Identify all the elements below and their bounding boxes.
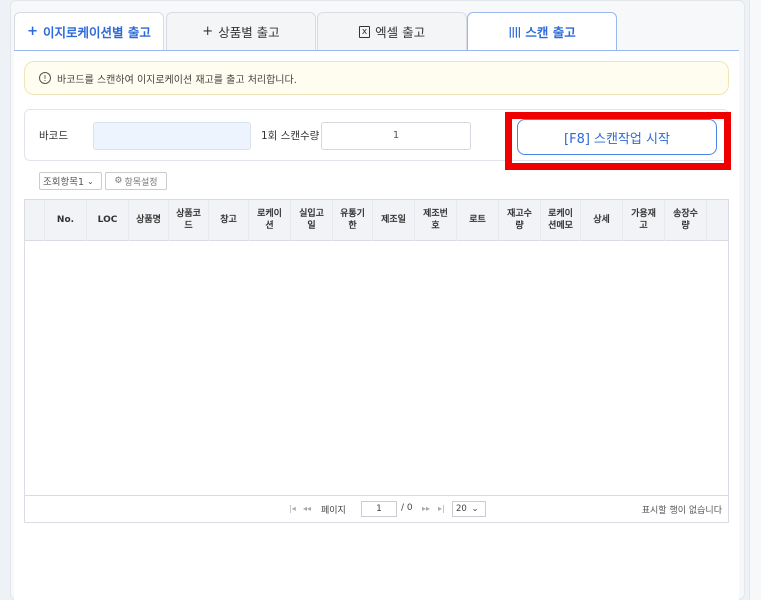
pager: |◂ ◂◂ 페이지 1 / 0 ▸▸ ▸| 20 ⌄ 표시할 행이 없습니다 — [24, 495, 729, 523]
notice-text: 바코드를 스캔하여 이지로케이션 재고를 출고 처리합니다. — [57, 74, 297, 86]
grid-header: No. LOC 상품명 상품코 드 창고 로케이 션 실입고 일 유통기 한 제조일 제조번 호로… — [25, 200, 728, 241]
grid-col-select — [25, 200, 45, 241]
empty-message: 표시할 행이 없습니다 — [641, 506, 722, 516]
grid-col-header[interactable]: 유통기 한 — [333, 200, 373, 241]
tab-excel-shipping[interactable]: x 엑셀 출고 — [317, 12, 467, 50]
tab-product-shipping[interactable]: + 상품별 출고 — [166, 12, 316, 50]
field-setting-label: 항목설정 — [124, 177, 158, 188]
page-size-select[interactable]: 20 ⌄ — [452, 501, 486, 517]
first-page-icon[interactable]: |◂ — [289, 504, 296, 513]
grid-col-header[interactable]: 제조일 — [373, 200, 415, 241]
grid-col-header[interactable]: 로케이 션 — [249, 200, 291, 241]
grid-col-header[interactable]: No. — [45, 200, 87, 241]
tab-label: 상품별 출고 — [218, 25, 280, 40]
start-scan-button[interactable]: [F8] 스캔작업 시작 — [517, 119, 717, 155]
grid-col-header[interactable]: 창고 — [209, 200, 249, 241]
page-size-value: 20 — [456, 504, 467, 514]
gear-icon: ⚙ — [114, 176, 123, 186]
barcode-icon: |||| — [508, 25, 521, 38]
page-label: 페이지 — [321, 506, 346, 516]
grid-col-header[interactable]: 로케이 션메모 — [541, 200, 581, 241]
info-notice: ! 바코드를 스캔하여 이지로케이션 재고를 출고 처리합니다. — [24, 61, 729, 95]
grid-col-header[interactable]: 가용재 고 — [623, 200, 665, 241]
grid-col-header[interactable]: 재고수 량 — [499, 200, 541, 241]
scan-qty-input[interactable]: 1 — [321, 122, 471, 150]
field-select[interactable]: 조회항목1 ⌄ — [39, 172, 102, 190]
grid-col-header[interactable]: 제조번 호 — [415, 200, 457, 241]
shipping-grid: No. LOC 상품명 상품코 드 창고 로케이 션 실입고 일 유통기 한 제조일 제조번 호로… — [24, 199, 729, 521]
scan-qty-label: 1회 스캔수량 — [261, 130, 320, 142]
tab-label: 이지로케이션별 출고 — [43, 25, 151, 40]
grid-col-header[interactable]: 상품명 — [129, 200, 169, 241]
chevron-down-icon: ⌄ — [87, 176, 94, 186]
field-select-value: 조회항목1 — [43, 177, 85, 188]
page-number-input[interactable]: 1 — [361, 501, 397, 517]
last-page-icon[interactable]: ▸| — [438, 504, 445, 513]
grid-col-header[interactable]: LOC — [87, 200, 129, 241]
page-total: / 0 — [401, 503, 413, 513]
tab-location-shipping[interactable]: + 이지로케이션별 출고 — [14, 12, 164, 50]
info-icon: ! — [39, 72, 51, 84]
field-setting-button[interactable]: ⚙ 항목설정 — [105, 172, 167, 190]
scan-form: 바코드 1회 스캔수량 1 [F8] 스캔작업 시작 — [24, 109, 731, 170]
barcode-label: 바코드 — [39, 130, 68, 142]
scan-shipping-panel: ! 바코드를 스캔하여 이지로케이션 재고를 출고 처리합니다. 바코드 1회 … — [14, 50, 739, 600]
tab-label: 엑셀 출고 — [375, 25, 426, 40]
grid-col-header[interactable]: 상세 — [581, 200, 623, 241]
tab-label: 스캔 출고 — [525, 25, 576, 40]
tab-scan-shipping[interactable]: |||| 스캔 출고 — [467, 12, 617, 50]
chevron-down-icon: ⌄ — [471, 504, 479, 514]
grid-col-header[interactable]: 송장수 량 — [665, 200, 707, 241]
plus-icon: + — [27, 24, 39, 39]
next-page-icon[interactable]: ▸▸ — [422, 504, 430, 513]
plus-icon: + — [202, 24, 214, 39]
barcode-input[interactable] — [93, 122, 251, 150]
right-side-panel — [749, 0, 761, 600]
prev-page-icon[interactable]: ◂◂ — [303, 504, 311, 513]
grid-col-header[interactable]: 로트 — [457, 200, 499, 241]
grid-col-header[interactable]: 상품코 드 — [169, 200, 209, 241]
excel-file-icon: x — [358, 25, 371, 38]
grid-col-header[interactable]: 실입고 일 — [291, 200, 333, 241]
